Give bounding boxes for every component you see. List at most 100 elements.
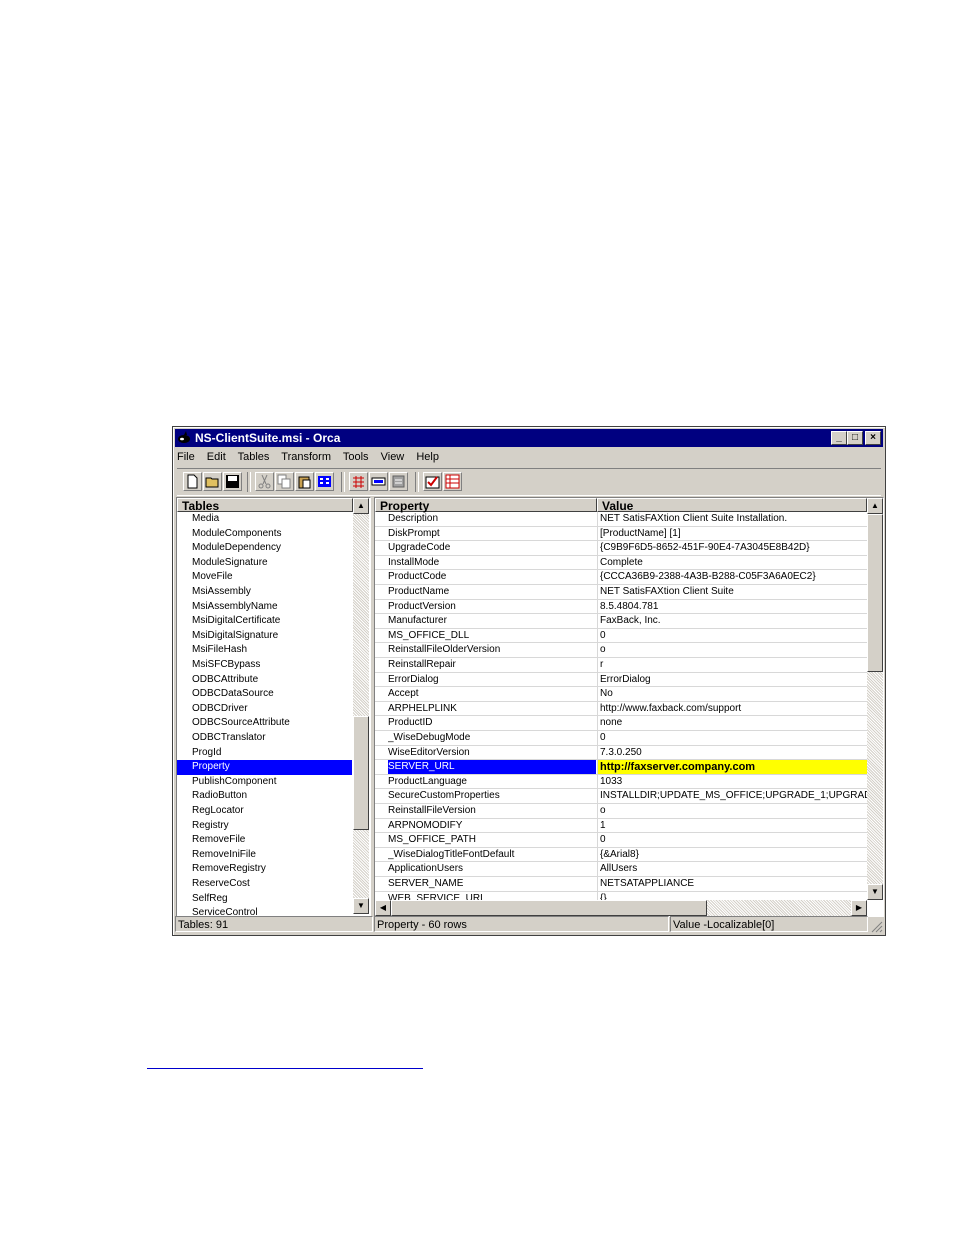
property-row[interactable]: Description NET SatisFAXtion Client Suite… — [375, 512, 867, 527]
table-list-item[interactable]: RemoveFile — [177, 833, 352, 848]
table-list-item[interactable]: ODBCAttribute — [177, 673, 352, 688]
table-list-item[interactable]: MsiSFCBypass — [177, 658, 352, 673]
property-row[interactable]: ProductID none — [375, 716, 867, 731]
table-list-item[interactable]: MsiFileHash — [177, 643, 352, 658]
table-list-item[interactable]: PublishComponent — [177, 775, 352, 790]
table-list-item[interactable]: SelfReg — [177, 892, 352, 907]
property-row[interactable]: SecureCustomProperties INSTALLDIR;UPDATE_… — [375, 789, 868, 804]
property-value-cell[interactable]: o — [597, 643, 868, 658]
property-row[interactable]: DiskPrompt [ProductName] [1] — [375, 526, 868, 542]
property-value-cell[interactable]: Complete — [597, 555, 868, 570]
value-column-header[interactable]: Value — [597, 498, 867, 513]
table-list-item[interactable]: RemoveRegistry — [177, 862, 352, 877]
property-value-cell[interactable]: 0 — [597, 731, 868, 745]
property-row[interactable]: ARPNOMODIFY 1 — [375, 818, 868, 834]
property-row[interactable]: ProductName NET SatisFAXtion Client Suite — [375, 585, 867, 600]
property-row[interactable]: ProductCode {CCCA36B9-2388-4A3B-B288-C05F… — [375, 570, 867, 585]
menu-tables[interactable]: Tables — [238, 451, 270, 463]
copy-icon[interactable] — [275, 472, 294, 491]
property-row[interactable]: ProductLanguage 1033 — [375, 774, 868, 790]
property-value-cell[interactable]: 0 — [597, 628, 868, 643]
table-list-item[interactable]: ProgId — [177, 746, 352, 761]
property-row[interactable]: SERVER_NAME NETSATAPPLIANCE — [375, 877, 867, 892]
add-table-icon[interactable] — [349, 472, 368, 491]
property-scroll-thumb[interactable] — [867, 514, 883, 672]
property-name-cell[interactable]: _WiseDebugMode — [388, 731, 596, 745]
tables-scroll-thumb[interactable] — [353, 716, 369, 830]
property-name-cell[interactable]: Description — [388, 512, 596, 526]
maximize-button[interactable]: □ — [847, 431, 863, 445]
open-icon[interactable] — [203, 472, 222, 491]
close-button[interactable]: × — [865, 431, 881, 445]
property-row[interactable]: Manufacturer FaxBack, Inc. — [375, 614, 867, 629]
table-list-item[interactable]: ReserveCost — [177, 877, 352, 892]
property-name-cell[interactable]: SecureCustomProperties — [388, 789, 596, 803]
property-value-cell[interactable]: {&Arial8} — [597, 847, 868, 862]
property-value-cell[interactable]: 1033 — [597, 774, 868, 789]
scroll-up-arrow-icon[interactable]: ▲ — [353, 498, 369, 514]
table-list-item[interactable]: RadioButton — [177, 789, 352, 804]
find-icon[interactable] — [315, 472, 334, 491]
table-list-item[interactable]: Property — [177, 760, 352, 775]
cut-icon[interactable] — [255, 472, 274, 491]
table-list-item[interactable]: Media — [177, 512, 352, 527]
property-name-cell[interactable]: MS_OFFICE_PATH — [388, 833, 596, 847]
add-row-icon[interactable] — [369, 472, 388, 491]
property-name-cell[interactable]: ReinstallRepair — [388, 658, 596, 672]
property-name-cell[interactable]: ReinstallFileOlderVersion — [388, 643, 596, 657]
property-name-cell[interactable]: MS_OFFICE_DLL — [388, 629, 596, 643]
menu-view[interactable]: View — [381, 451, 405, 463]
property-row[interactable]: InstallMode Complete — [375, 555, 868, 571]
scroll-down-arrow-icon[interactable]: ▼ — [867, 884, 883, 900]
horizontal-scroll-thumb[interactable] — [391, 900, 707, 916]
property-name-cell[interactable]: ProductVersion — [388, 600, 596, 614]
table-list-item[interactable]: MsiAssemblyName — [177, 600, 352, 615]
property-value-cell[interactable]: FaxBack, Inc. — [597, 614, 868, 629]
property-row[interactable]: ReinstallRepair r — [375, 658, 867, 673]
property-name-cell[interactable]: SERVER_URL — [388, 760, 596, 775]
table-list-item[interactable]: MsiDigitalSignature — [177, 629, 352, 644]
property-name-cell[interactable]: ProductCode — [388, 570, 596, 584]
property-name-cell[interactable]: ProductID — [388, 716, 596, 730]
menu-edit[interactable]: Edit — [207, 451, 226, 463]
property-name-cell[interactable]: ARPHELPLINK — [388, 702, 596, 716]
property-value-cell[interactable]: 0 — [597, 833, 868, 848]
table-list-item[interactable]: RemoveIniFile — [177, 848, 352, 863]
property-value-cell[interactable]: ErrorDialog — [597, 672, 868, 687]
property-name-cell[interactable]: DiskPrompt — [388, 527, 596, 541]
property-name-cell[interactable]: ApplicationUsers — [388, 862, 596, 876]
save-icon[interactable] — [223, 472, 242, 491]
property-value-cell[interactable]: NET SatisFAXtion Client Suite Installati… — [597, 512, 868, 526]
property-value-cell[interactable]: AllUsers — [597, 862, 868, 877]
property-vertical-scrollbar[interactable]: ▲ ▼ — [867, 498, 883, 900]
property-value-cell[interactable]: [ProductName] [1] — [597, 526, 868, 541]
table-list-item[interactable]: ODBCTranslator — [177, 731, 352, 746]
property-value-cell[interactable]: NET SatisFAXtion Client Suite — [597, 585, 868, 599]
title-bar[interactable]: NS-ClientSuite.msi - Orca _ □ × — [175, 429, 883, 447]
property-value-cell[interactable]: {CCCA36B9-2388-4A3B-B288-C05F3A6A0EC2} — [597, 570, 868, 585]
table-list-item[interactable]: ModuleSignature — [177, 556, 352, 571]
property-row[interactable]: SERVER_URL http://faxserver.company.com — [375, 760, 868, 775]
paste-icon[interactable] — [295, 472, 314, 491]
underline-link[interactable] — [147, 1068, 423, 1069]
property-value-cell[interactable]: 7.3.0.250 — [597, 745, 868, 760]
new-icon[interactable] — [183, 472, 202, 491]
table-list-item[interactable]: MoveFile — [177, 570, 352, 585]
menu-tools[interactable]: Tools — [343, 451, 369, 463]
value-edit-field[interactable]: http://faxserver.company.com — [597, 760, 868, 775]
property-row[interactable]: Accept No — [375, 687, 867, 702]
table-list-item[interactable]: MsiDigitalCertificate — [177, 614, 352, 629]
property-row[interactable]: _WiseDebugMode 0 — [375, 731, 867, 746]
resize-grip-icon[interactable] — [869, 919, 883, 933]
property-row[interactable]: ReinstallFileOlderVersion o — [375, 643, 867, 658]
property-value-cell[interactable]: 1 — [597, 818, 868, 833]
property-value-cell[interactable]: NETSATAPPLIANCE — [597, 877, 868, 891]
scroll-up-arrow-icon[interactable]: ▲ — [867, 498, 883, 514]
property-row[interactable]: ProductVersion 8.5.4804.781 — [375, 599, 868, 615]
menu-file[interactable]: File — [177, 451, 195, 463]
property-value-cell[interactable]: 8.5.4804.781 — [597, 599, 868, 614]
property-name-cell[interactable]: SERVER_NAME — [388, 877, 596, 891]
property-value-cell[interactable]: o — [597, 804, 868, 818]
property-value-cell[interactable]: http://www.faxback.com/support — [597, 701, 868, 716]
scroll-down-arrow-icon[interactable]: ▼ — [353, 898, 369, 914]
